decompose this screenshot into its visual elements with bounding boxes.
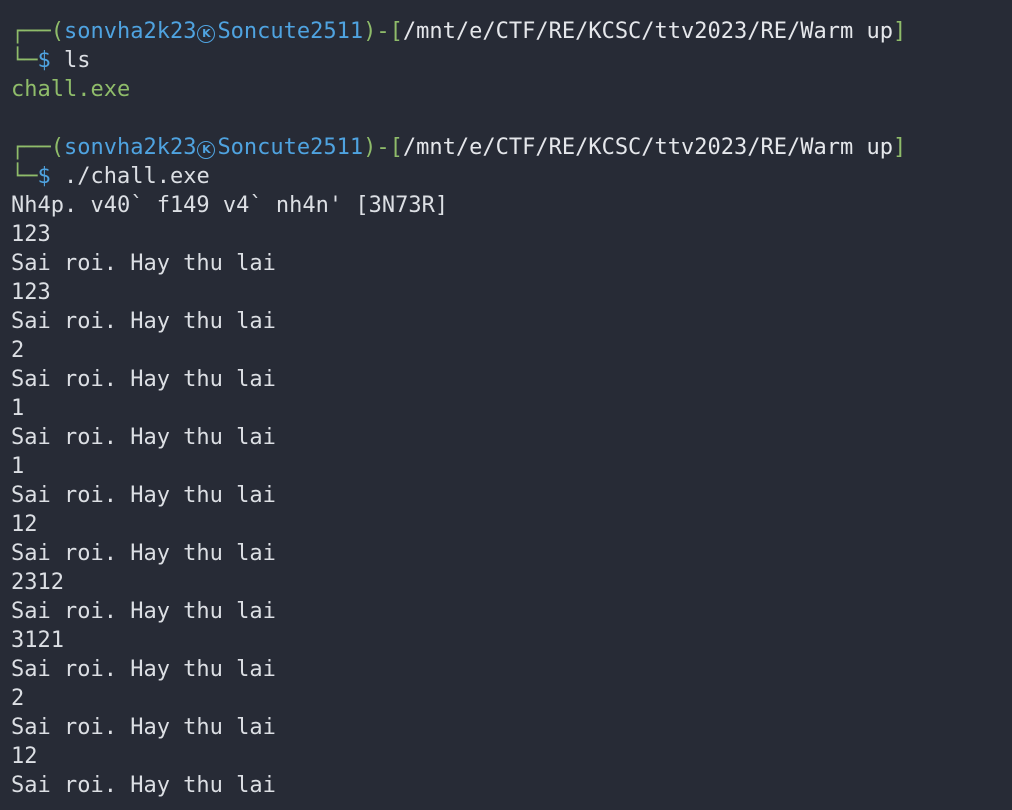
output-line: 2312 [11, 570, 64, 595]
output-line: 3121 [11, 628, 64, 653]
prompt-path: /mnt/e/CTF/RE/KCSC/ttv2023/RE/Warm up [402, 135, 893, 160]
output-line: 1 [11, 396, 25, 421]
output-line: Sai roi. Hay thu lai [11, 425, 276, 450]
output-line: Sai roi. Hay thu lai [11, 773, 276, 798]
prompt-dollar: $ [37, 164, 64, 189]
prompt-box-top-left: ┌──( [11, 19, 64, 44]
prompt-command-line-1: └─$ ls [11, 46, 1012, 75]
output-line: Sai roi. Hay thu lai [11, 309, 276, 334]
prompt-box-bottom-left: └─ [11, 164, 38, 189]
prompt-box-end: ] [892, 19, 907, 44]
output-line: 2 [11, 338, 25, 363]
prompt-host: Soncute2511 [217, 135, 364, 160]
prompt-dollar: $ [37, 48, 64, 73]
output-line: Sai roi. Hay thu lai [11, 715, 276, 740]
prompt-command: ls [64, 48, 91, 73]
terminal-window[interactable]: ┌──(sonvha2k23 K Soncute2511)-[/mnt/e/CTF/… [0, 0, 1012, 810]
prompt-box-mid: )-[ [363, 135, 403, 160]
prompt-command-line-2: └─$ ./chall.exe [11, 162, 1012, 191]
prompt-host: Soncute2511 [217, 19, 364, 44]
prompt-box-end: ] [892, 135, 907, 160]
kali-k-icon: K [197, 141, 216, 159]
output-line: 12 [11, 512, 38, 537]
prompt-command: ./chall.exe [64, 164, 210, 189]
output-line: 123 [11, 280, 51, 305]
output-line: Sai roi. Hay thu lai [11, 367, 276, 392]
prompt-header-2: ┌──(sonvha2k23 K Soncute2511)-[/mnt/e/CTF/… [11, 133, 1012, 162]
kali-k-icon: K [197, 25, 216, 43]
prompt-user: sonvha2k23 [63, 135, 197, 160]
prompt-box-bottom-left: └─ [11, 48, 38, 73]
output-line: Sai roi. Hay thu lai [11, 657, 276, 682]
output-line: Sai roi. Hay thu lai [11, 483, 276, 508]
program-output: Nh4p. v40` f149 v4` nh4n' [3N73R] 123 Sa… [11, 191, 1012, 800]
prompt-path: /mnt/e/CTF/RE/KCSC/ttv2023/RE/Warm up [402, 19, 893, 44]
output-line: 123 [11, 222, 51, 247]
output-line: Sai roi. Hay thu lai [11, 541, 276, 566]
prompt-header-1: ┌──(sonvha2k23 K Soncute2511)-[/mnt/e/CTF/… [11, 17, 1012, 46]
output-line: 2 [11, 686, 25, 711]
output-line: 12 [11, 744, 38, 769]
prompt-user: sonvha2k23 [63, 19, 197, 44]
output-line: Sai roi. Hay thu lai [11, 599, 276, 624]
output-line: Sai roi. Hay thu lai [11, 251, 276, 276]
output-line: Nh4p. v40` f149 v4` nh4n' [3N73R] [11, 193, 449, 218]
prompt-box-mid: )-[ [363, 19, 403, 44]
output-line: 1 [11, 454, 25, 479]
prompt-box-top-left: ┌──( [11, 135, 64, 160]
ls-output: chall.exe [11, 77, 131, 102]
